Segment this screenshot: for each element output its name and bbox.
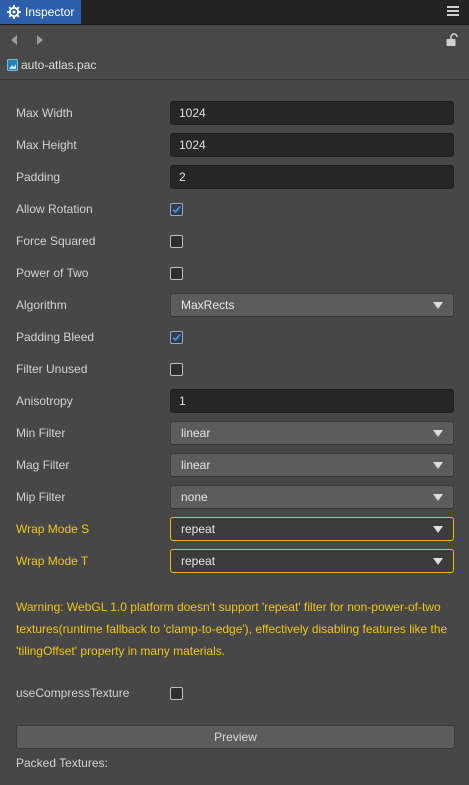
preview-button[interactable]: Preview (16, 725, 455, 749)
mip-filter-label: Mip Filter (16, 490, 66, 504)
max-height-input[interactable] (170, 133, 454, 157)
padding-label: Padding (16, 170, 61, 184)
wrap-mode-s-label: Wrap Mode S (16, 522, 90, 536)
dropdown-arrow-icon (433, 494, 443, 501)
power-of-two-label: Power of Two (16, 266, 89, 280)
gear-icon (7, 5, 21, 19)
packed-textures-label: Packed Textures: (16, 756, 108, 770)
wrap-mode-t-value: repeat (181, 554, 216, 568)
mag-filter-label: Mag Filter (16, 458, 70, 472)
image-file-icon (7, 59, 18, 71)
algorithm-label: Algorithm (16, 298, 67, 312)
anisotropy-label: Anisotropy (16, 394, 73, 408)
wrap-mode-t-label: Wrap Mode T (16, 554, 89, 568)
force-squared-checkbox[interactable] (170, 235, 183, 248)
filter-unused-label: Filter Unused (16, 362, 88, 376)
wrap-mode-s-value: repeat (181, 522, 216, 536)
wrap-mode-s-select[interactable]: repeat (170, 517, 454, 541)
padding-bleed-label: Padding Bleed (16, 330, 95, 344)
panel-menu-icon[interactable] (447, 6, 459, 18)
dropdown-arrow-icon (433, 430, 443, 437)
use-compress-texture-checkbox[interactable] (170, 687, 183, 700)
padding-input[interactable] (170, 165, 454, 189)
tab-title: Inspector (25, 5, 75, 19)
anisotropy-input[interactable] (170, 389, 454, 413)
asset-header: auto-atlas.pac (0, 55, 469, 77)
allow-rotation-label: Allow Rotation (16, 202, 93, 216)
max-width-input[interactable] (170, 101, 454, 125)
algorithm-value: MaxRects (181, 298, 235, 312)
power-of-two-checkbox[interactable] (170, 267, 183, 280)
max-width-label: Max Width (16, 106, 73, 120)
mag-filter-value: linear (181, 458, 211, 472)
dropdown-arrow-icon (433, 526, 443, 533)
checkmark-icon (172, 333, 181, 342)
force-squared-label: Force Squared (16, 234, 96, 248)
dropdown-arrow-icon (433, 302, 443, 309)
mag-filter-select[interactable]: linear (170, 453, 454, 477)
panel-tab-bar: Inspector (0, 0, 469, 25)
mip-filter-select[interactable]: none (170, 485, 454, 509)
use-compress-texture-label: useCompressTexture (16, 686, 130, 700)
padding-bleed-checkbox[interactable] (170, 331, 183, 344)
inspector-nav-bar (0, 25, 469, 55)
max-height-label: Max Height (16, 138, 77, 152)
checkmark-icon (172, 205, 181, 214)
dropdown-arrow-icon (433, 462, 443, 469)
unlock-icon[interactable] (445, 33, 459, 47)
properties-section: Max Width Max Height Padding Allow Rotat… (0, 80, 469, 785)
back-arrow-icon[interactable] (9, 34, 19, 46)
inspector-panel: auto-atlas.pac Max Width Max Height Padd… (0, 25, 469, 785)
algorithm-select[interactable]: MaxRects (170, 293, 454, 317)
dropdown-arrow-icon (433, 558, 443, 565)
inspector-tab[interactable]: Inspector (0, 0, 81, 24)
wrap-mode-t-select[interactable]: repeat (170, 549, 454, 573)
filter-unused-checkbox[interactable] (170, 363, 183, 376)
forward-arrow-icon[interactable] (35, 34, 45, 46)
mip-filter-value: none (181, 490, 208, 504)
warning-message: Warning: WebGL 1.0 platform doesn't supp… (16, 600, 448, 658)
min-filter-select[interactable]: linear (170, 421, 454, 445)
min-filter-label: Min Filter (16, 426, 66, 440)
min-filter-value: linear (181, 426, 211, 440)
allow-rotation-checkbox[interactable] (170, 203, 183, 216)
asset-name: auto-atlas.pac (21, 58, 97, 72)
